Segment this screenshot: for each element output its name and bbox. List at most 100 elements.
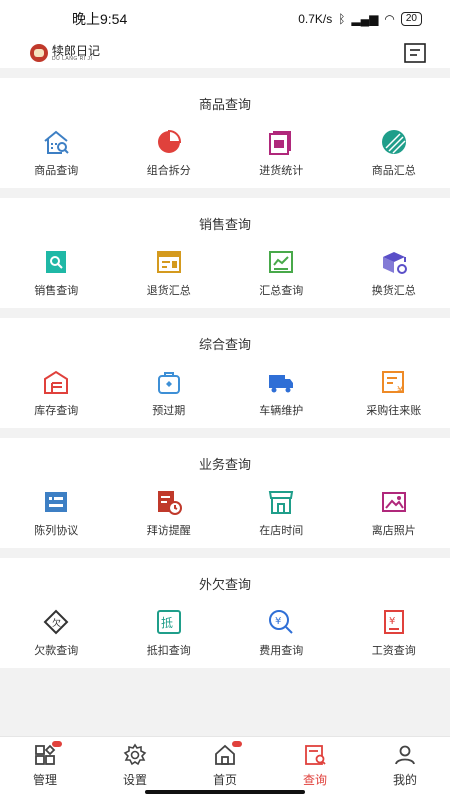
query-item-label: 陈列协议 [34, 522, 78, 538]
box-exchange-icon [380, 248, 408, 276]
logo-icon [30, 44, 48, 62]
tab-label: 我的 [393, 771, 417, 788]
gear-icon [123, 743, 147, 767]
status-indicators: 0.7K/s ᛒ ▂▄▆ ◠ 20 [298, 12, 422, 26]
bag-icon [155, 368, 183, 396]
query-item-label: 工资查询 [372, 642, 416, 658]
query-item-button[interactable]: 商品查询 [0, 128, 113, 178]
svg-text:¥: ¥ [389, 616, 395, 627]
section-grid: 陈列协议 拜访提醒 在店时间 离店照片 [0, 476, 450, 548]
query-item-button[interactable]: 换货汇总 [338, 248, 450, 298]
purchase-doc-icon [267, 128, 295, 156]
query-item-label: 采购往来账 [366, 402, 421, 418]
truck-icon [267, 368, 295, 396]
query-item-label: 欠款查询 [34, 642, 78, 658]
query-item-label: 进货统计 [259, 162, 303, 178]
app-logo: 犊郎日记 DU LANG RI JI [30, 44, 100, 62]
signal-icon: ▂▄▆ [351, 12, 378, 26]
section-grid: 商品查询 组合拆分 进货统计 商品汇总 [0, 116, 450, 188]
query-item-button[interactable]: 预过期 [113, 368, 226, 418]
section-grid: 库存查询 预过期 车辆维护 ¥ 采购往来账 [0, 356, 450, 428]
query-item-button[interactable]: 车辆维护 [225, 368, 338, 418]
status-time: 晚上9:54 [72, 9, 127, 29]
query-item-label: 拜访提醒 [147, 522, 191, 538]
user-icon [393, 743, 417, 767]
warehouse-icon [42, 368, 70, 396]
query-item-button[interactable]: 进货统计 [225, 128, 338, 178]
query-item-button[interactable]: ¥ 工资查询 [338, 608, 450, 658]
query-item-button[interactable]: 组合拆分 [113, 128, 226, 178]
section-5: 外欠查询欠欠款查询抵抵扣查询¥费用查询¥工资查询 [0, 558, 450, 668]
query-item-label: 退货汇总 [147, 282, 191, 298]
notification-badge [232, 741, 242, 747]
query-item-label: 组合拆分 [147, 162, 191, 178]
network-speed: 0.7K/s [298, 12, 332, 26]
tab-label: 设置 [123, 771, 147, 788]
stripe-circle-icon [380, 128, 408, 156]
svg-text:欠: 欠 [52, 617, 61, 629]
query-item-label: 商品查询 [34, 162, 78, 178]
query-item-label: 汇总查询 [259, 282, 303, 298]
notification-badge [52, 741, 62, 747]
tab-label: 管理 [33, 771, 57, 788]
status-bar: 晚上9:54 0.7K/s ᛒ ▂▄▆ ◠ 20 [0, 0, 450, 38]
ledger-yen-icon: ¥ [380, 368, 408, 396]
svg-text:¥: ¥ [275, 616, 281, 627]
line-chart-icon [267, 248, 295, 276]
query-item-label: 换货汇总 [372, 282, 416, 298]
pie-icon [155, 128, 183, 156]
query-item-label: 抵扣查询 [147, 642, 191, 658]
query-item-label: 商品汇总 [372, 162, 416, 178]
query-item-label: 预过期 [152, 402, 185, 418]
svg-text:抵: 抵 [161, 616, 173, 630]
section-2: 销售查询销售查询退货汇总汇总查询换货汇总 [0, 198, 450, 308]
doc-search-icon [42, 248, 70, 276]
tab-label: 查询 [303, 771, 327, 788]
query-item-label: 在店时间 [259, 522, 303, 538]
query-item-button[interactable]: 汇总查询 [225, 248, 338, 298]
display-board-icon [42, 488, 70, 516]
house-search-icon [42, 128, 70, 156]
query-item-label: 车辆维护 [259, 402, 303, 418]
tab-grid-manage[interactable]: 管理 [0, 737, 90, 801]
query-item-button[interactable]: 退货汇总 [113, 248, 226, 298]
query-icon [303, 743, 327, 767]
query-item-button[interactable]: 陈列协议 [0, 488, 113, 538]
query-item-button[interactable]: ¥ 费用查询 [225, 608, 338, 658]
message-box-icon[interactable] [404, 43, 426, 63]
battery-indicator: 20 [401, 12, 422, 26]
salary-icon: ¥ [380, 608, 408, 636]
section-1: 商品查询商品查询组合拆分进货统计商品汇总 [0, 78, 450, 188]
query-item-label: 库存查询 [34, 402, 78, 418]
section-title: 销售查询 [0, 198, 450, 236]
query-item-label: 费用查询 [259, 642, 303, 658]
store-icon [267, 488, 295, 516]
bluetooth-icon: ᛒ [338, 12, 345, 26]
section-3: 综合查询库存查询 预过期 车辆维护 ¥ 采购往来账 [0, 318, 450, 428]
deduct-icon: 抵 [155, 608, 183, 636]
section-title: 综合查询 [0, 318, 450, 356]
section-grid: 销售查询退货汇总 汇总查询 换货汇总 [0, 236, 450, 308]
query-item-button[interactable]: ¥ 采购往来账 [338, 368, 450, 418]
query-item-button[interactable]: 商品汇总 [338, 128, 450, 178]
section-title: 商品查询 [0, 78, 450, 116]
debt-tag-icon: 欠 [42, 608, 70, 636]
fee-search-icon: ¥ [267, 608, 295, 636]
section-4: 业务查询陈列协议拜访提醒在店时间离店照片 [0, 438, 450, 548]
query-item-button[interactable]: 离店照片 [338, 488, 450, 538]
tab-user[interactable]: 我的 [360, 737, 450, 801]
home-indicator [145, 790, 305, 794]
wifi-icon: ◠ [384, 12, 394, 26]
query-item-button[interactable]: 拜访提醒 [113, 488, 226, 538]
query-item-label: 离店照片 [372, 522, 416, 538]
logo-subtitle: DU LANG RI JI [52, 57, 100, 62]
query-item-button[interactable]: 销售查询 [0, 248, 113, 298]
logo-title: 犊郎日记 [52, 45, 100, 57]
query-item-button[interactable]: 库存查询 [0, 368, 113, 418]
visit-clock-icon [155, 488, 183, 516]
return-window-icon [155, 248, 183, 276]
query-item-button[interactable]: 抵抵扣查询 [113, 608, 226, 658]
query-item-button[interactable]: 欠欠款查询 [0, 608, 113, 658]
section-title: 外欠查询 [0, 558, 450, 596]
query-item-button[interactable]: 在店时间 [225, 488, 338, 538]
